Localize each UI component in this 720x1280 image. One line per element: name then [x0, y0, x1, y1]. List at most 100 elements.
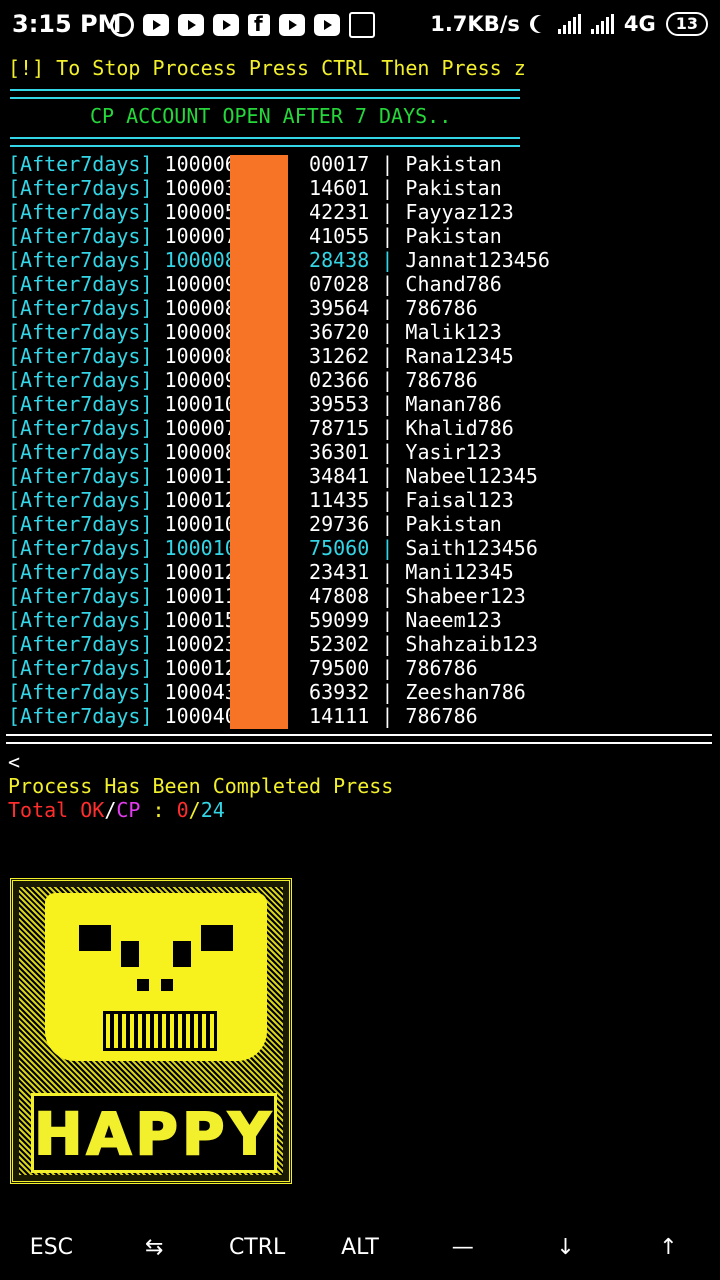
whatsapp-icon	[110, 13, 134, 37]
row-id-prefix: 100009	[164, 272, 237, 296]
row-separator: |	[381, 680, 394, 704]
result-row: [After7days] 100011 34841 | Nabeel12345	[8, 464, 720, 488]
row-id-suffix: 59099	[309, 608, 370, 632]
system-status: 1.7KB/s 4G 13	[430, 12, 708, 36]
youtube-icon	[314, 14, 340, 36]
tab-key[interactable]: ⇆	[124, 1235, 184, 1260]
row-tag: [After7days]	[8, 368, 153, 392]
ascii-art-logo: HAPPY	[10, 878, 292, 1184]
row-tag: [After7days]	[8, 152, 153, 176]
row-tag: [After7days]	[8, 320, 153, 344]
row-id-suffix: 52302	[309, 632, 370, 656]
row-separator: |	[381, 224, 394, 248]
row-id-suffix: 07028	[309, 272, 370, 296]
row-password: Rana12345	[405, 344, 514, 368]
row-tag: [After7days]	[8, 296, 153, 320]
terminal-summary: < Process Has Been Completed Press Total…	[8, 750, 720, 822]
alt-key[interactable]: ALT	[330, 1235, 390, 1260]
row-separator: |	[381, 488, 394, 512]
row-separator: |	[381, 536, 394, 560]
esc-key[interactable]: ESC	[21, 1235, 81, 1260]
row-id-prefix: 100011	[164, 584, 237, 608]
result-row: [After7days] 100008 28438 | Jannat123456	[8, 248, 720, 272]
row-id-prefix: 100010	[164, 512, 237, 536]
network-type: 4G	[623, 12, 656, 36]
ctrl-key[interactable]: CTRL	[227, 1235, 287, 1260]
row-password: Saith123456	[405, 536, 538, 560]
youtube-icon	[279, 14, 305, 36]
row-password: 786786	[405, 368, 478, 392]
banner: CP ACCOUNT OPEN AFTER 7 DAYS..	[90, 104, 452, 128]
row-separator: |	[381, 560, 394, 584]
result-row: [After7days] 100008 36720 | Malik123	[8, 320, 720, 344]
result-row: [After7days] 100009 02366 | 786786	[8, 368, 720, 392]
row-separator: |	[381, 440, 394, 464]
row-id-prefix: 100008	[164, 440, 237, 464]
result-row: [After7days] 100005 42231 | Fayyaz123	[8, 200, 720, 224]
row-id-prefix: 100012	[164, 560, 237, 584]
result-row: [After7days] 100010 75060 | Saith123456	[8, 536, 720, 560]
signal-icon	[590, 14, 614, 34]
row-tag: [After7days]	[8, 680, 153, 704]
row-id-prefix: 100008	[164, 320, 237, 344]
result-row: [After7days] 100006 00017 | Pakistan	[8, 152, 720, 176]
row-password: Zeeshan786	[405, 680, 526, 704]
up-arrow-key[interactable]: ↑	[638, 1235, 698, 1260]
row-separator: |	[381, 656, 394, 680]
row-separator: |	[381, 344, 394, 368]
result-row: [After7days] 100012 11435 | Faisal123	[8, 488, 720, 512]
result-row: [After7days] 100011 47808 | Shabeer123	[8, 584, 720, 608]
result-row: [After7days] 100007 41055 | Pakistan	[8, 224, 720, 248]
row-password: Chand786	[405, 272, 502, 296]
result-list: [After7days] 100006 00017 | Pakistan [Aft…	[8, 152, 720, 728]
row-id-suffix: 42231	[309, 200, 370, 224]
status-bar: 3:15 PM 1.7KB/s 4G 13	[0, 0, 720, 52]
row-tag: [After7days]	[8, 392, 153, 416]
row-id-suffix: 47808	[309, 584, 370, 608]
row-password: Manan786	[405, 392, 502, 416]
row-id-suffix: 41055	[309, 224, 370, 248]
row-id-suffix: 36720	[309, 320, 370, 344]
stop-hint: [!] To Stop Process Press CTRL Then Pres…	[8, 56, 526, 80]
result-row: [After7days] 100008 39564 | 786786	[8, 296, 720, 320]
row-password: 786786	[405, 656, 478, 680]
do-not-disturb-icon	[534, 15, 552, 33]
down-arrow-key[interactable]: ↓	[536, 1235, 596, 1260]
result-row: [After7days] 100012 23431 | Mani12345	[8, 560, 720, 584]
result-row: [After7days] 100009 07028 | Chand786	[8, 272, 720, 296]
row-id-suffix: 79500	[309, 656, 370, 680]
row-separator: |	[381, 296, 394, 320]
row-id-prefix: 100015	[164, 608, 237, 632]
row-password: 786786	[405, 704, 478, 728]
separator	[6, 730, 714, 744]
row-id-prefix: 100006	[164, 152, 237, 176]
row-tag: [After7days]	[8, 704, 153, 728]
row-id-suffix: 02366	[309, 368, 370, 392]
prompt-marker: <	[8, 750, 21, 774]
result-row: [After7days] 100010 29736 | Pakistan	[8, 512, 720, 536]
row-tag: [After7days]	[8, 200, 153, 224]
row-id-prefix: 100007	[164, 224, 237, 248]
row-separator: |	[381, 392, 394, 416]
row-id-suffix: 00017	[309, 152, 370, 176]
row-id-prefix: 100023	[164, 632, 237, 656]
row-id-suffix: 75060	[309, 536, 370, 560]
row-password: Khalid786	[405, 416, 514, 440]
terminal-output[interactable]: [!] To Stop Process Press CTRL Then Pres…	[8, 56, 720, 728]
row-separator: |	[381, 368, 394, 392]
dash-key[interactable]: —	[433, 1235, 493, 1260]
row-tag: [After7days]	[8, 512, 153, 536]
row-tag: [After7days]	[8, 344, 153, 368]
youtube-icon	[143, 14, 169, 36]
result-row: [After7days] 100010 39553 | Manan786	[8, 392, 720, 416]
row-password: Pakistan	[405, 512, 502, 536]
row-password: Naeem123	[405, 608, 502, 632]
row-separator: |	[381, 200, 394, 224]
youtube-icon	[178, 14, 204, 36]
row-tag: [After7days]	[8, 464, 153, 488]
row-id-prefix: 100008	[164, 296, 237, 320]
row-tag: [After7days]	[8, 536, 153, 560]
row-separator: |	[381, 176, 394, 200]
row-id-suffix: 28438	[309, 248, 370, 272]
result-row: [After7days] 100003 14601 | Pakistan	[8, 176, 720, 200]
